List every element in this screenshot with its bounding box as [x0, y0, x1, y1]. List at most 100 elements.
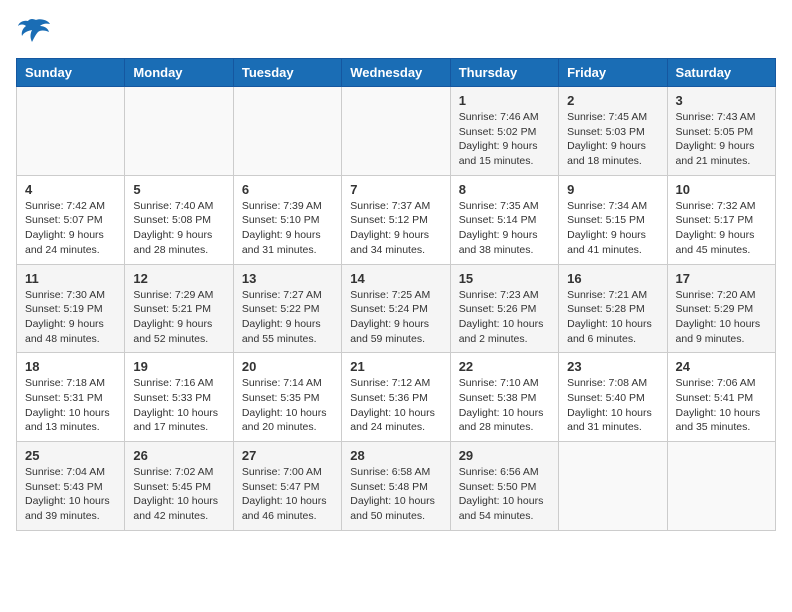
calendar-cell: 4Sunrise: 7:42 AM Sunset: 5:07 PM Daylig… — [17, 175, 125, 264]
calendar-cell — [17, 87, 125, 176]
calendar-cell — [342, 87, 450, 176]
day-number: 2 — [567, 93, 658, 108]
day-info: Sunrise: 7:45 AM Sunset: 5:03 PM Dayligh… — [567, 110, 658, 169]
calendar-cell: 21 Sunrise: 7:12 AM Sunset: 5:36 PM Dayli… — [342, 353, 450, 442]
day-number: 19 — [133, 359, 224, 374]
day-number: 7 — [350, 182, 441, 197]
day-info: Sunrise: 7:10 AM Sunset: 5:38 PM Dayligh… — [459, 376, 550, 435]
day-info: Sunrise: 7:39 AM Sunset: 5:10 PM Dayligh… — [242, 199, 333, 258]
day-number: 26 — [133, 448, 224, 463]
calendar-week-row: 1 Sunrise: 7:46 AM Sunset: 5:02 PM Daylig… — [17, 87, 776, 176]
day-of-week-header: Sunday — [17, 59, 125, 87]
day-number: 20 — [242, 359, 333, 374]
day-number: 27 — [242, 448, 333, 463]
calendar-cell: 26 Sunrise: 7:02 AM Sunset: 5:45 PM Dayli… — [125, 442, 233, 531]
day-info: Sunrise: 7:16 AM Sunset: 5:33 PM Dayligh… — [133, 376, 224, 435]
day-info: Sunrise: 7:06 AM Sunset: 5:41 PM Dayligh… — [676, 376, 767, 435]
day-number: 4 — [25, 182, 116, 197]
calendar-cell: 5 Sunrise: 7:40 AM Sunset: 5:08 PM Daylig… — [125, 175, 233, 264]
day-number: 25 — [25, 448, 116, 463]
day-info: Sunrise: 7:34 AM Sunset: 5:15 PM Dayligh… — [567, 199, 658, 258]
day-info: Sunrise: 7:12 AM Sunset: 5:36 PM Dayligh… — [350, 376, 441, 435]
logo-icon — [16, 16, 52, 46]
day-number: 21 — [350, 359, 441, 374]
day-number: 14 — [350, 271, 441, 286]
day-info: Sunrise: 7:21 AM Sunset: 5:28 PM Dayligh… — [567, 288, 658, 347]
calendar-cell — [125, 87, 233, 176]
calendar-cell: 19 Sunrise: 7:16 AM Sunset: 5:33 PM Dayli… — [125, 353, 233, 442]
day-info: Sunrise: 7:27 AM Sunset: 5:22 PM Dayligh… — [242, 288, 333, 347]
calendar-cell — [559, 442, 667, 531]
calendar-cell: 11 Sunrise: 7:30 AM Sunset: 5:19 PM Dayli… — [17, 264, 125, 353]
day-of-week-header: Thursday — [450, 59, 558, 87]
day-number: 23 — [567, 359, 658, 374]
calendar-cell: 10 Sunrise: 7:32 AM Sunset: 5:17 PM Dayli… — [667, 175, 775, 264]
calendar-cell: 1 Sunrise: 7:46 AM Sunset: 5:02 PM Daylig… — [450, 87, 558, 176]
calendar-cell: 29 Sunrise: 6:56 AM Sunset: 5:50 PM Dayli… — [450, 442, 558, 531]
day-number: 11 — [25, 271, 116, 286]
calendar-cell: 16 Sunrise: 7:21 AM Sunset: 5:28 PM Dayli… — [559, 264, 667, 353]
calendar-cell: 6 Sunrise: 7:39 AM Sunset: 5:10 PM Daylig… — [233, 175, 341, 264]
day-of-week-header: Wednesday — [342, 59, 450, 87]
calendar-cell: 7 Sunrise: 7:37 AM Sunset: 5:12 PM Daylig… — [342, 175, 450, 264]
calendar-cell: 18Sunrise: 7:18 AM Sunset: 5:31 PM Dayli… — [17, 353, 125, 442]
calendar-cell — [667, 442, 775, 531]
day-info: Sunrise: 7:23 AM Sunset: 5:26 PM Dayligh… — [459, 288, 550, 347]
day-number: 12 — [133, 271, 224, 286]
day-info: Sunrise: 6:56 AM Sunset: 5:50 PM Dayligh… — [459, 465, 550, 524]
calendar-week-row: 25 Sunrise: 7:04 AM Sunset: 5:43 PM Dayli… — [17, 442, 776, 531]
calendar-body: 1 Sunrise: 7:46 AM Sunset: 5:02 PM Daylig… — [17, 87, 776, 531]
day-of-week-header: Friday — [559, 59, 667, 87]
calendar-cell: 8 Sunrise: 7:35 AM Sunset: 5:14 PM Daylig… — [450, 175, 558, 264]
day-number: 10 — [676, 182, 767, 197]
calendar-cell: 28 Sunrise: 6:58 AM Sunset: 5:48 PM Dayli… — [342, 442, 450, 531]
calendar-cell: 9 Sunrise: 7:34 AM Sunset: 5:15 PM Daylig… — [559, 175, 667, 264]
calendar-cell: 15 Sunrise: 7:23 AM Sunset: 5:26 PM Dayli… — [450, 264, 558, 353]
day-info: Sunrise: 7:30 AM Sunset: 5:19 PM Dayligh… — [25, 288, 116, 347]
day-info: Sunrise: 6:58 AM Sunset: 5:48 PM Dayligh… — [350, 465, 441, 524]
day-of-week-header: Monday — [125, 59, 233, 87]
calendar-cell: 17Sunrise: 7:20 AM Sunset: 5:29 PM Dayli… — [667, 264, 775, 353]
day-info: Sunrise: 7:02 AM Sunset: 5:45 PM Dayligh… — [133, 465, 224, 524]
day-number: 1 — [459, 93, 550, 108]
calendar-cell: 22Sunrise: 7:10 AM Sunset: 5:38 PM Dayli… — [450, 353, 558, 442]
day-info: Sunrise: 7:43 AM Sunset: 5:05 PM Dayligh… — [676, 110, 767, 169]
day-number: 5 — [133, 182, 224, 197]
day-number: 28 — [350, 448, 441, 463]
day-info: Sunrise: 7:25 AM Sunset: 5:24 PM Dayligh… — [350, 288, 441, 347]
day-number: 13 — [242, 271, 333, 286]
page-header — [16, 16, 776, 46]
day-number: 17 — [676, 271, 767, 286]
day-number: 3 — [676, 93, 767, 108]
calendar-cell: 14 Sunrise: 7:25 AM Sunset: 5:24 PM Dayli… — [342, 264, 450, 353]
day-number: 29 — [459, 448, 550, 463]
day-info: Sunrise: 7:46 AM Sunset: 5:02 PM Dayligh… — [459, 110, 550, 169]
calendar-week-row: 18Sunrise: 7:18 AM Sunset: 5:31 PM Dayli… — [17, 353, 776, 442]
day-info: Sunrise: 7:35 AM Sunset: 5:14 PM Dayligh… — [459, 199, 550, 258]
day-of-week-header: Saturday — [667, 59, 775, 87]
day-number: 15 — [459, 271, 550, 286]
day-of-week-header: Tuesday — [233, 59, 341, 87]
day-info: Sunrise: 7:40 AM Sunset: 5:08 PM Dayligh… — [133, 199, 224, 258]
calendar-cell: 13 Sunrise: 7:27 AM Sunset: 5:22 PM Dayli… — [233, 264, 341, 353]
day-info: Sunrise: 7:14 AM Sunset: 5:35 PM Dayligh… — [242, 376, 333, 435]
day-info: Sunrise: 7:32 AM Sunset: 5:17 PM Dayligh… — [676, 199, 767, 258]
day-number: 16 — [567, 271, 658, 286]
day-number: 9 — [567, 182, 658, 197]
calendar-cell: 25 Sunrise: 7:04 AM Sunset: 5:43 PM Dayli… — [17, 442, 125, 531]
calendar-cell — [233, 87, 341, 176]
day-info: Sunrise: 7:04 AM Sunset: 5:43 PM Dayligh… — [25, 465, 116, 524]
calendar-cell: 2 Sunrise: 7:45 AM Sunset: 5:03 PM Daylig… — [559, 87, 667, 176]
day-info: Sunrise: 7:29 AM Sunset: 5:21 PM Dayligh… — [133, 288, 224, 347]
calendar-cell: 12 Sunrise: 7:29 AM Sunset: 5:21 PM Dayli… — [125, 264, 233, 353]
calendar-week-row: 11 Sunrise: 7:30 AM Sunset: 5:19 PM Dayli… — [17, 264, 776, 353]
calendar-header-row: SundayMondayTuesdayWednesdayThursdayFrid… — [17, 59, 776, 87]
day-number: 24 — [676, 359, 767, 374]
day-number: 6 — [242, 182, 333, 197]
calendar-cell: 27 Sunrise: 7:00 AM Sunset: 5:47 PM Dayli… — [233, 442, 341, 531]
day-info: Sunrise: 7:37 AM Sunset: 5:12 PM Dayligh… — [350, 199, 441, 258]
day-number: 8 — [459, 182, 550, 197]
day-info: Sunrise: 7:00 AM Sunset: 5:47 PM Dayligh… — [242, 465, 333, 524]
day-info: Sunrise: 7:18 AM Sunset: 5:31 PM Dayligh… — [25, 376, 116, 435]
logo — [16, 16, 58, 46]
